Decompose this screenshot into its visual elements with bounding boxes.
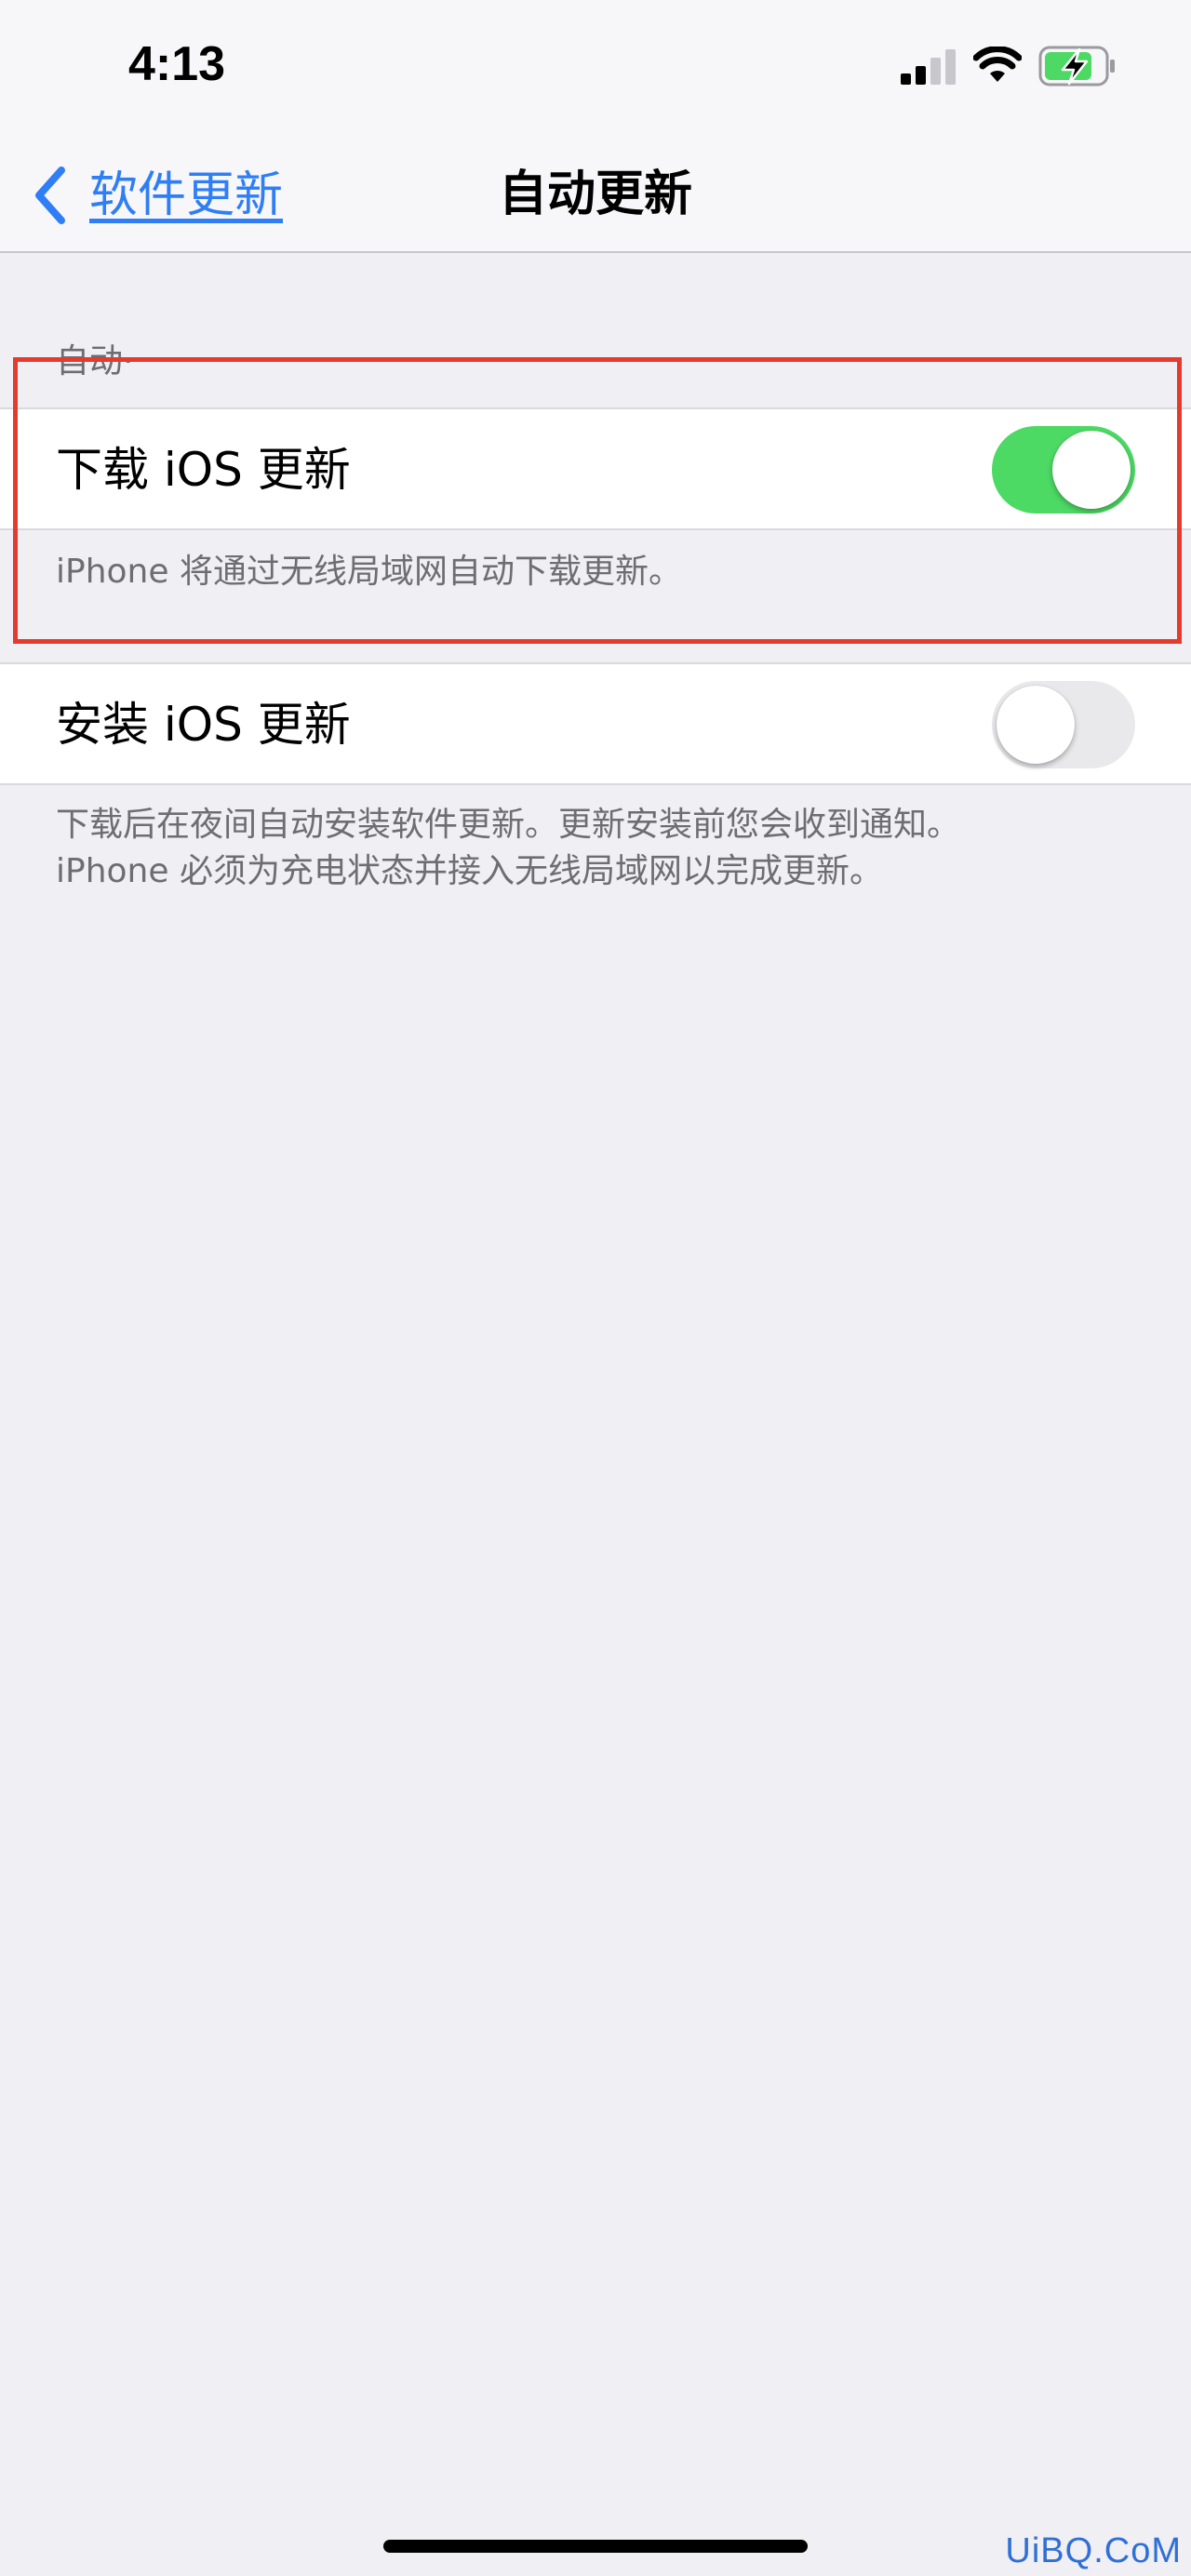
home-indicator: [383, 2540, 808, 2553]
wifi-icon: [973, 47, 1022, 82]
cellular-signal-icon: [901, 49, 956, 85]
status-time: 4:13: [128, 37, 226, 91]
install-updates-toggle[interactable]: [992, 681, 1135, 768]
download-updates-footer: iPhone 将通过无线局域网自动下载更新。: [56, 553, 682, 591]
back-button[interactable]: 软件更新: [32, 158, 283, 233]
battery-charging-icon: [1038, 46, 1115, 87]
install-footer-line-1: 下载后在夜间自动安装软件更新。更新安装前您会收到通知。: [56, 806, 961, 844]
install-updates-footer: 下载后在夜间自动安装软件更新。更新安装前您会收到通知。 iPhone 必须为充电…: [56, 802, 960, 895]
chevron-left-icon: [35, 167, 65, 224]
status-bar: 4:13: [0, 0, 1191, 140]
download-updates-row: 下载 iOS 更新: [0, 407, 1191, 530]
toggle-knob: [1052, 431, 1131, 509]
install-footer-line-2: iPhone 必须为充电状态并接入无线局域网以完成更新。: [56, 852, 883, 890]
nav-bar: 软件更新 自动更新: [0, 140, 1191, 253]
install-updates-label: 安装 iOS 更新: [56, 698, 351, 752]
watermark: UiBQ.CoM: [1005, 2531, 1182, 2570]
download-updates-label: 下载 iOS 更新: [56, 443, 351, 497]
install-updates-row: 安装 iOS 更新: [0, 662, 1191, 785]
download-updates-toggle[interactable]: [992, 426, 1135, 514]
section-header: 自动·: [56, 342, 134, 380]
back-label: 软件更新: [89, 167, 284, 223]
toggle-knob: [997, 686, 1075, 764]
